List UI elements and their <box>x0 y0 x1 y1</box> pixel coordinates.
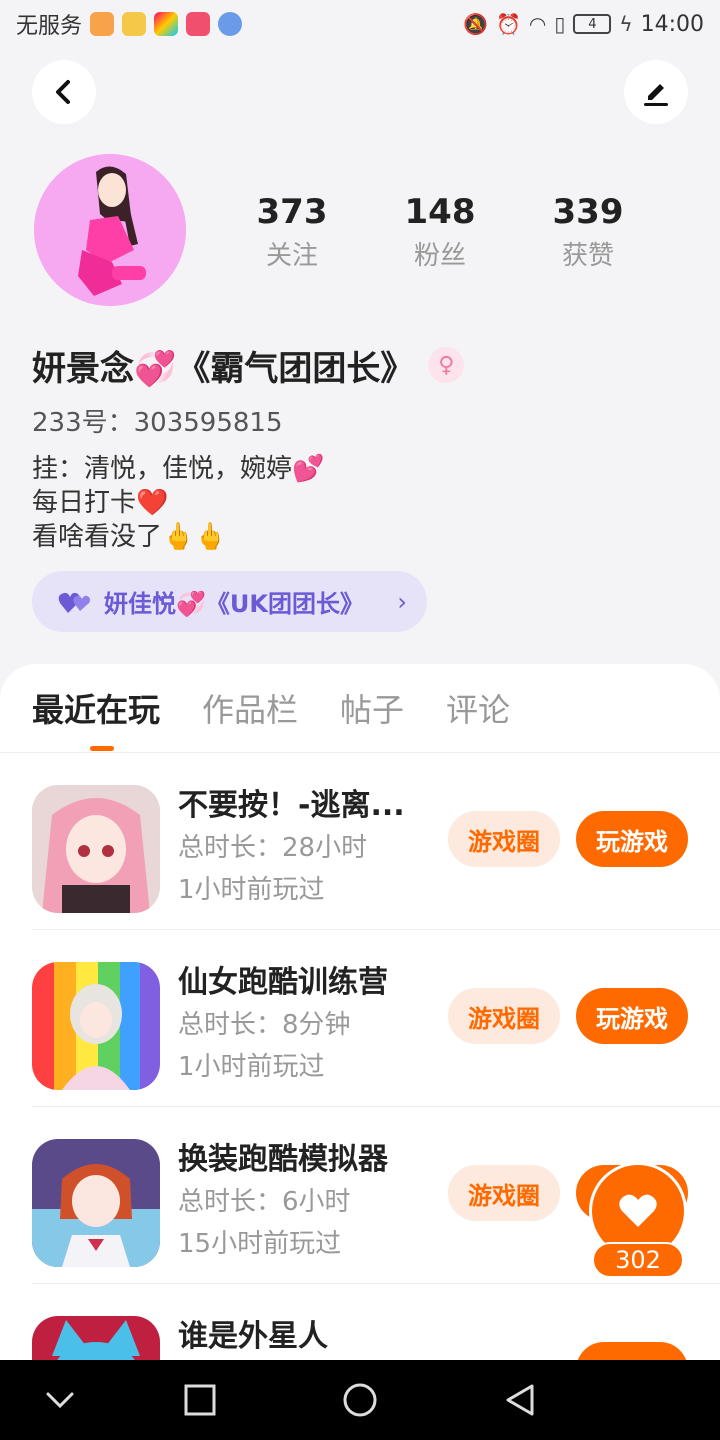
app-notification-icon <box>122 12 147 36</box>
app-notification-icon <box>218 12 243 36</box>
play-game-button[interactable]: 玩游戏 <box>576 988 688 1044</box>
game-icon[interactable] <box>32 785 160 913</box>
edit-profile-button[interactable] <box>624 60 688 124</box>
stat-likes[interactable]: 339 获赞 <box>518 190 658 276</box>
list-item[interactable]: 不要按！-逃离... 总时长：28小时 1小时前玩过 游戏圈 玩游戏 <box>0 753 720 930</box>
tab-posts[interactable]: 帖子 <box>340 686 404 734</box>
carrier-text: 无服务 <box>16 14 83 39</box>
stat-value: 373 <box>256 192 328 232</box>
stat-value: 339 <box>552 192 624 232</box>
bio-line: 挂：清悦，佳悦，婉婷💕 <box>32 454 325 484</box>
edit-icon <box>644 84 668 106</box>
chevron-left-icon <box>56 80 70 104</box>
game-circle-button[interactable]: 游戏圈 <box>448 1165 560 1221</box>
play-game-button[interactable]: 玩游戏 <box>576 1342 688 1360</box>
avatar[interactable] <box>34 154 186 306</box>
game-info: 换装跑酷模拟器 总时长：6小时 15小时前玩过 <box>178 1139 388 1265</box>
chevron-right-icon: › <box>397 587 407 616</box>
account-id: 233号：303595815 <box>32 408 283 438</box>
wifi-icon: ◠ <box>528 12 547 36</box>
list-item[interactable]: 谁是外星人 玩游戏 <box>0 1284 720 1360</box>
game-title: 谁是外星人 <box>178 1319 328 1354</box>
tab-comments[interactable]: 评论 <box>446 686 510 734</box>
double-heart-icon <box>58 592 91 613</box>
game-duration: 总时长：8分钟 <box>178 1010 351 1040</box>
charging-icon: ϟ <box>619 12 633 36</box>
game-last-played: 1小时前玩过 <box>178 875 325 905</box>
tab-recently-played[interactable]: 最近在玩 <box>32 686 160 734</box>
bio-line: 每日打卡❤️ <box>32 488 169 518</box>
relation-link[interactable]: 妍佳悦💞《UK团团长》 › <box>32 571 427 632</box>
like-count: 302 <box>592 1242 684 1278</box>
game-circle-button[interactable]: 游戏圈 <box>448 811 560 867</box>
game-info: 仙女跑酷训练营 总时长：8分钟 1小时前玩过 <box>178 962 388 1088</box>
home-icon[interactable] <box>340 1380 380 1420</box>
app-notification-icon <box>90 12 115 36</box>
game-duration: 总时长：28小时 <box>178 833 368 863</box>
recent-apps-icon[interactable] <box>180 1380 220 1420</box>
app-notification-icon <box>186 12 211 36</box>
stat-label: 关注 <box>265 241 318 271</box>
list-item[interactable]: 仙女跑酷训练营 总时长：8分钟 1小时前玩过 游戏圈 玩游戏 <box>0 930 720 1107</box>
nickname: 妍景念💞《霸气团团长》 <box>32 348 415 389</box>
battery-icon: 4 <box>573 14 612 34</box>
game-icon[interactable] <box>32 1139 160 1267</box>
stat-value: 148 <box>404 192 476 232</box>
game-title: 仙女跑酷训练营 <box>178 965 388 1000</box>
system-navigation-bar <box>0 1360 720 1440</box>
female-icon: ♀ <box>428 347 465 383</box>
stat-label: 获赞 <box>561 241 614 271</box>
stat-following[interactable]: 373 关注 <box>222 190 362 276</box>
status-bar: 无服务 🔕 ⏰ ◠ ▯ 4 ϟ 14:00 <box>0 0 720 48</box>
sim-icon: ▯ <box>554 12 566 36</box>
bio-line: 看啥看没了🖕🖕 <box>32 522 227 552</box>
game-last-played: 15小时前玩过 <box>178 1229 342 1259</box>
tab-works[interactable]: 作品栏 <box>202 686 298 734</box>
avatar-image <box>34 154 186 306</box>
back-nav-icon[interactable] <box>500 1380 540 1420</box>
game-duration: 总时长：6小时 <box>178 1187 351 1217</box>
tab-indicator <box>90 746 114 751</box>
nickname-row: 妍景念💞《霸气团团长》 ♀ <box>32 340 465 390</box>
game-last-played: 1小时前玩过 <box>178 1052 325 1082</box>
mute-icon: 🔕 <box>463 12 489 36</box>
clock: 14:00 <box>640 11 704 37</box>
relation-name: 妍佳悦💞《UK团团长》 <box>104 590 364 618</box>
game-icon[interactable] <box>32 962 160 1090</box>
heart-icon <box>619 1194 657 1227</box>
game-circle-button[interactable]: 游戏圈 <box>448 988 560 1044</box>
chevron-down-icon[interactable] <box>40 1380 80 1420</box>
stat-label: 粉丝 <box>413 241 466 271</box>
app-notification-icon <box>154 12 179 36</box>
play-game-button[interactable]: 玩游戏 <box>576 811 688 867</box>
game-info: 谁是外星人 <box>178 1316 328 1358</box>
back-button[interactable] <box>32 60 96 124</box>
game-icon[interactable] <box>32 1316 160 1360</box>
game-info: 不要按！-逃离... 总时长：28小时 1小时前玩过 <box>178 785 405 911</box>
bio: 挂：清悦，佳悦，婉婷💕 每日打卡❤️ 看啥看没了🖕🖕 <box>32 452 324 554</box>
alarm-icon: ⏰ <box>496 12 521 36</box>
game-title: 不要按！-逃离... <box>178 788 405 823</box>
tab-bar: 最近在玩 作品栏 帖子 评论 <box>32 686 510 734</box>
stat-followers[interactable]: 148 粉丝 <box>370 190 510 276</box>
game-title: 换装跑酷模拟器 <box>178 1142 388 1177</box>
